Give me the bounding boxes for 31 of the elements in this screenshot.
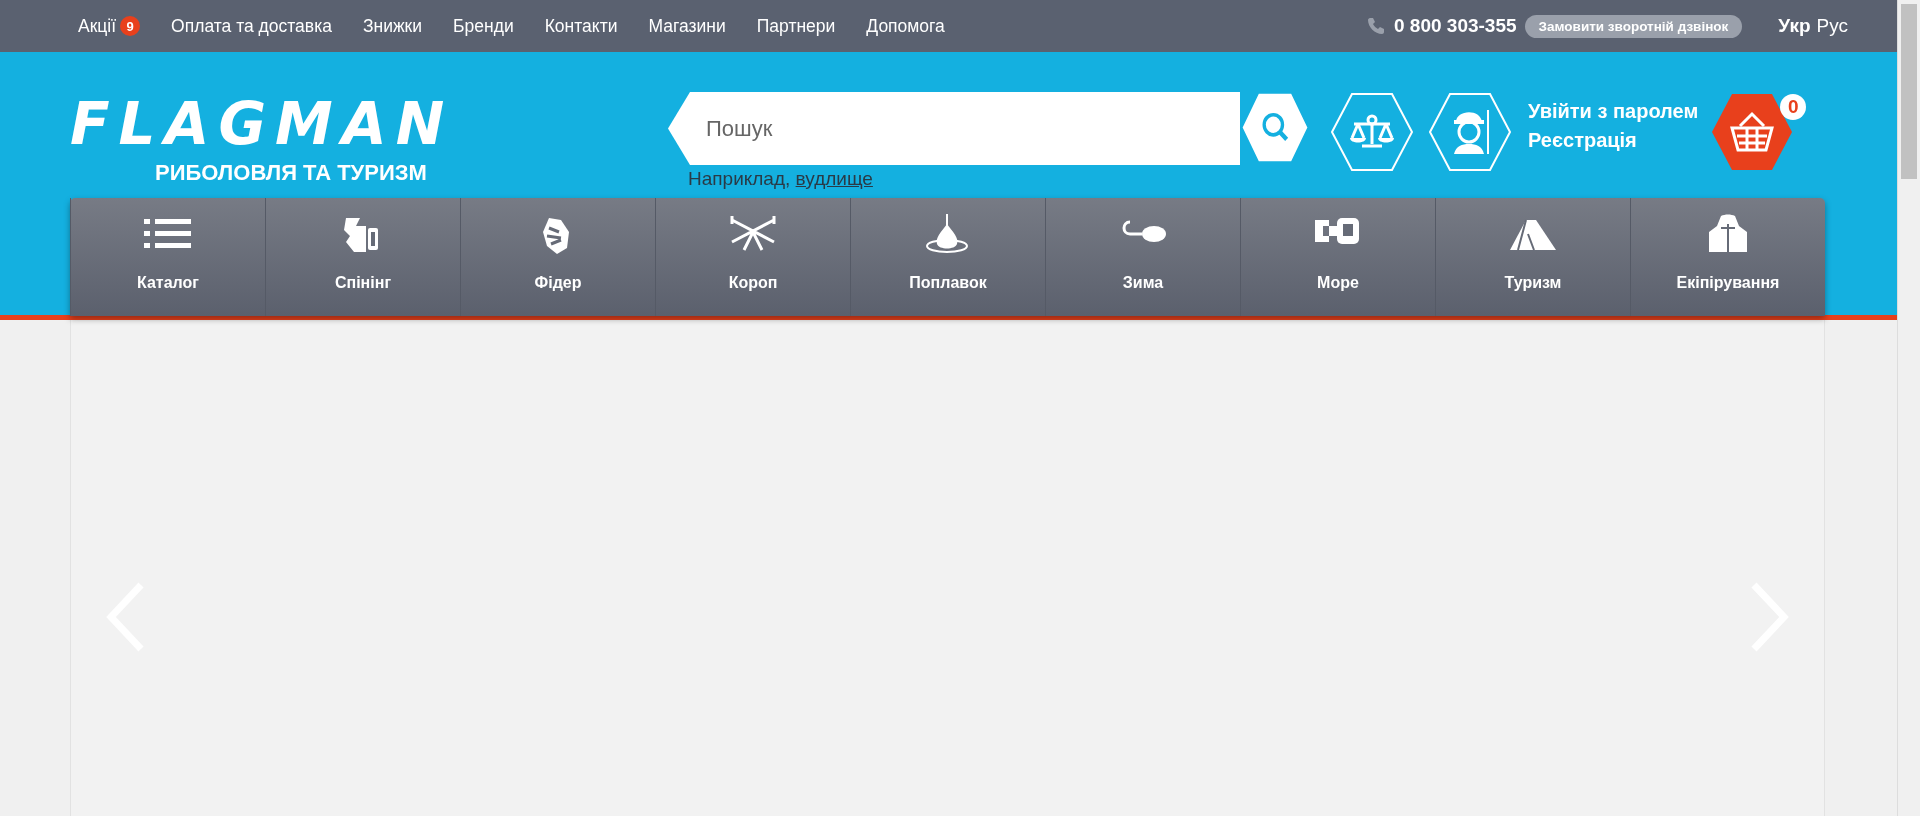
top-nav-link[interactable]: Допомога <box>866 15 945 37</box>
category-tab[interactable]: Каталог <box>70 198 265 316</box>
top-nav-link[interactable]: Контакти <box>544 15 618 37</box>
top-nav-link[interactable]: Знижки <box>362 15 423 37</box>
top-nav-link[interactable]: Оплата та доставка <box>171 15 332 37</box>
language-link[interactable]: Укр <box>1778 15 1811 37</box>
cart-button[interactable]: 0 <box>1710 92 1807 172</box>
top-nav-link[interactable]: Бренди <box>453 15 514 37</box>
search-field[interactable]: Пошук <box>668 92 1240 165</box>
phone-icon <box>1366 16 1386 36</box>
count-badge: 9 <box>120 16 141 36</box>
category-tab[interactable]: Туризм <box>1435 198 1630 316</box>
top-nav-link[interactable]: Магазини <box>648 15 726 37</box>
example-link[interactable]: вудлище <box>795 168 873 189</box>
cart-count-badge: 0 <box>1780 94 1807 120</box>
scales-icon <box>1330 92 1414 172</box>
category-tab[interactable]: Зима <box>1045 198 1240 316</box>
category-tab[interactable]: Море <box>1240 198 1435 316</box>
category-tab[interactable]: Фідер <box>460 198 655 316</box>
language-link[interactable]: Рус <box>1816 15 1848 37</box>
category-tab[interactable]: Спінінг <box>265 198 460 316</box>
logo-tagline: РИБОЛОВЛЯ ТА ТУРИЗМ <box>155 160 427 186</box>
category-tab[interactable]: Екіпірування <box>1630 198 1825 316</box>
scrollbar-thumb[interactable] <box>1901 4 1917 179</box>
category-tab[interactable]: Короп <box>655 198 850 316</box>
fisherman-icon <box>1428 92 1512 172</box>
phone-number: 0 800 303-355 <box>1394 15 1517 37</box>
top-nav-link[interactable]: Акції 9 <box>78 15 141 37</box>
search-hint: Наприклад, вудлище <box>688 168 874 190</box>
category-tab[interactable]: Поплавок <box>850 198 1045 316</box>
top-nav-link[interactable]: Партнери <box>756 15 836 37</box>
